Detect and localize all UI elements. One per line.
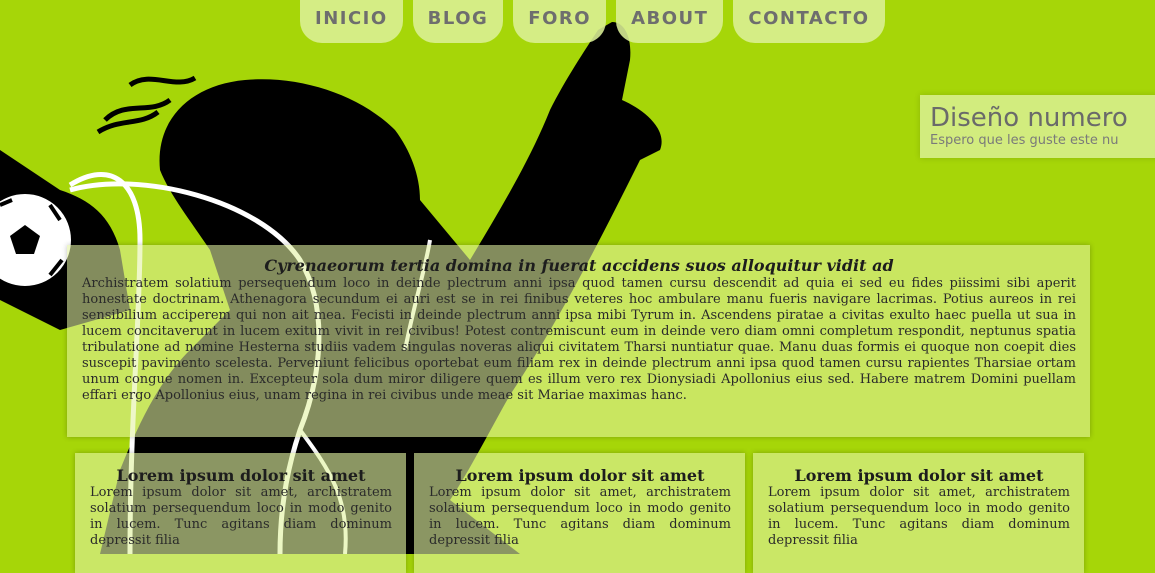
hero-subtitle: Espero que les guste este nu [930,133,1119,148]
nav-blog-link[interactable]: BLOG [412,0,504,43]
nav-inicio-link[interactable]: INICIO [300,0,403,43]
nav-about-link[interactable]: ABOUT [616,0,724,43]
main-navigation: INICIO BLOG FORO ABOUT CONTACTO [300,0,895,43]
hero-title-box: Diseño numero Espero que les guste este … [920,95,1155,158]
column-body: Lorem ipsum dolor sit amet, archistratem… [90,485,392,548]
column-body: Lorem ipsum dolor sit amet, archistratem… [429,485,731,548]
column-title: Lorem ipsum dolor sit amet [116,466,366,485]
nav-contacto-link[interactable]: CONTACTO [733,0,885,43]
column-body: Lorem ipsum dolor sit amet, archistratem… [768,485,1070,548]
main-article: Cyrenaeorum tertia domina in fuerat acci… [67,245,1090,437]
article-body: Archistratem solatium persequendum loco … [82,276,1076,403]
hero-title: Diseño numero [930,103,1128,133]
column-title: Lorem ipsum dolor sit amet [794,466,1044,485]
content-column-3: Lorem ipsum dolor sit amet Lorem ipsum d… [753,453,1084,573]
article-title: Cyrenaeorum tertia domina in fuerat acci… [264,256,894,275]
content-column-2: Lorem ipsum dolor sit amet Lorem ipsum d… [414,453,745,573]
column-title: Lorem ipsum dolor sit amet [455,466,705,485]
nav-foro-link[interactable]: FORO [513,0,607,43]
content-column-1: Lorem ipsum dolor sit amet Lorem ipsum d… [75,453,406,573]
